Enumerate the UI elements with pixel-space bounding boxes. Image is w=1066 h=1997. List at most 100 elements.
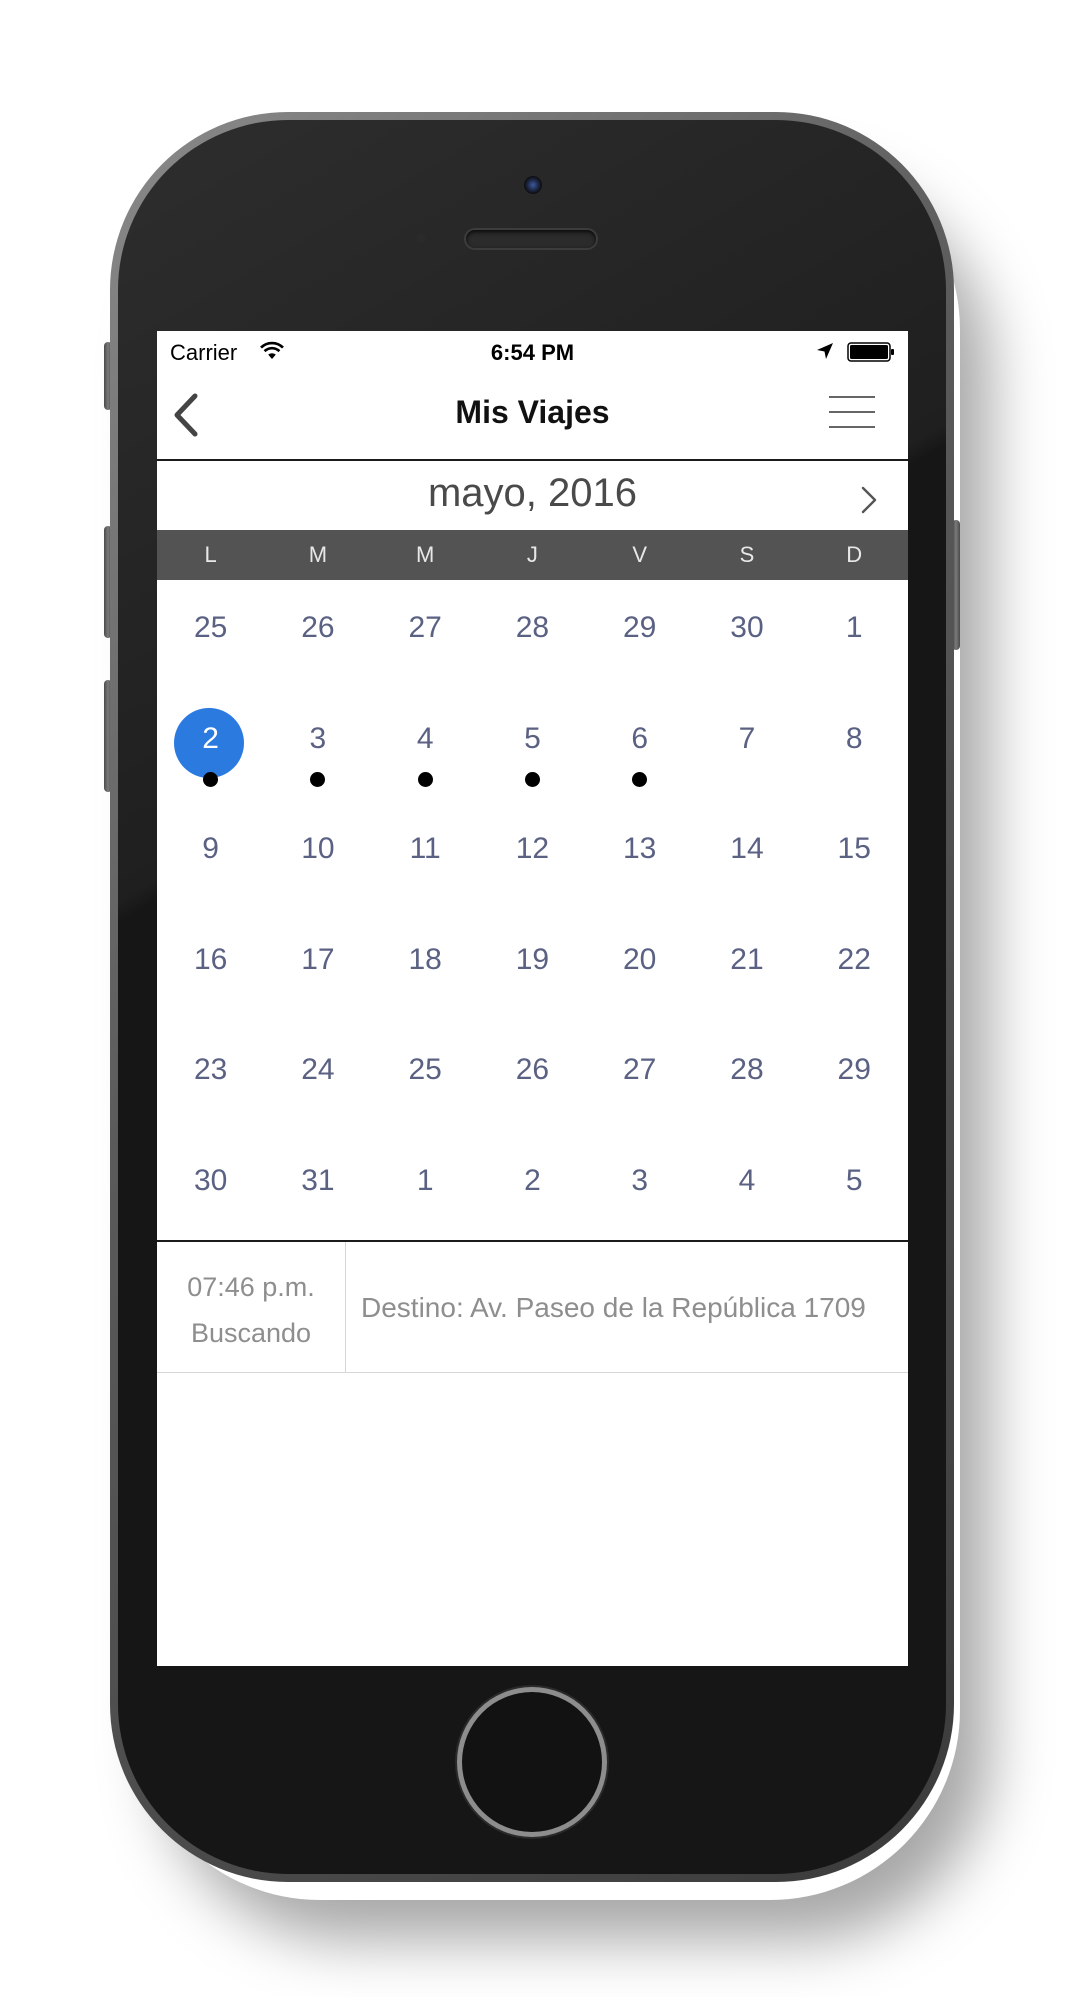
calendar-day-number: 5	[524, 721, 541, 755]
calendar-day[interactable]: 25	[372, 1022, 479, 1133]
calendar-day-number: 10	[301, 832, 335, 865]
calendar-day[interactable]: 29	[801, 1022, 908, 1133]
calendar-day-number: 27	[408, 611, 442, 644]
calendar-day-number: 8	[845, 721, 863, 755]
calendar-day[interactable]: 3	[264, 691, 371, 802]
calendar-day[interactable]: 4	[372, 691, 479, 802]
calendar-day-number: 5	[845, 1163, 863, 1197]
calendar-day[interactable]: 30	[693, 580, 800, 691]
weekday-label: M	[416, 542, 435, 567]
calendar-day[interactable]: 21	[693, 912, 800, 1023]
trip-list-item[interactable]: 07:46 p.m. Buscando Destino: Av. Paseo d…	[157, 1242, 908, 1373]
month-label: mayo, 2016	[427, 471, 638, 515]
calendar-day-number: 18	[408, 942, 442, 976]
calendar-day[interactable]: 7	[693, 691, 800, 802]
calendar-day[interactable]: 15	[801, 801, 908, 912]
trip-status: Buscando	[190, 1318, 312, 1348]
calendar-day[interactable]: 13	[586, 801, 693, 912]
calendar-day[interactable]: 27	[372, 580, 479, 691]
calendar-day-number: 23	[193, 1053, 228, 1086]
calendar-day[interactable]: 1	[801, 580, 908, 691]
weekday-label: D	[846, 542, 863, 567]
calendar-day[interactable]: 14	[693, 801, 800, 912]
calendar-day[interactable]: 16	[157, 912, 264, 1023]
earpiece-speaker	[466, 230, 596, 248]
calendar-day[interactable]: 1	[372, 1133, 479, 1244]
calendar-day[interactable]: 11	[372, 801, 479, 912]
calendar-day-number: 13	[623, 832, 657, 865]
calendar-day-number: 27	[623, 1053, 657, 1086]
calendar-day[interactable]: 27	[586, 1022, 693, 1133]
calendar-day[interactable]: 10	[264, 801, 371, 912]
calendar-day[interactable]: 28	[479, 580, 586, 691]
calendar-day-number: 11	[409, 832, 441, 865]
calendar-day-number: 7	[738, 721, 756, 755]
calendar-day-number: 25	[193, 611, 228, 644]
trip-indicator-dot	[310, 771, 326, 787]
calendar-day[interactable]: 22	[801, 912, 908, 1023]
hamburger-menu-icon[interactable]	[829, 395, 875, 429]
calendar-day[interactable]: 2	[479, 1133, 586, 1244]
calendar-day-number: 28	[730, 1053, 764, 1086]
calendar-day-number: 15	[837, 832, 871, 865]
calendar-day[interactable]: 6	[586, 691, 693, 802]
trip-time: 07:46 p.m.	[187, 1272, 315, 1302]
weekday-label: L	[204, 542, 217, 567]
calendar-week-row: 2 3 4 5 6 7 8	[157, 691, 908, 802]
calendar-day[interactable]: 31	[264, 1133, 371, 1244]
home-button[interactable]	[462, 1692, 602, 1832]
calendar-day-number: 20	[623, 942, 657, 976]
calendar-day-number: 31	[301, 1163, 335, 1197]
battery-icon	[847, 342, 894, 362]
calendar-day[interactable]: 9	[157, 801, 264, 912]
calendar-day-number: 24	[301, 1053, 335, 1086]
calendar-day-number: 21	[730, 942, 764, 976]
location-arrow-icon	[817, 343, 833, 359]
calendar-day-number: 6	[631, 721, 649, 755]
trip-indicator-dot	[632, 771, 648, 787]
calendar-day[interactable]: 4	[693, 1133, 800, 1244]
calendar-day[interactable]: 8	[801, 691, 908, 802]
calendar-day[interactable]: 17	[264, 912, 371, 1023]
front-camera	[524, 176, 542, 194]
proximity-sensor	[416, 233, 426, 243]
app-screen: Carrier 6:54 PM Mis Viajes mayo, 2016 L …	[157, 331, 908, 1666]
calendar-day-number: 4	[416, 721, 434, 755]
calendar-day-number: 12	[515, 832, 550, 865]
calendar-day-number: 9	[202, 832, 219, 865]
calendar-day-number: 22	[837, 942, 871, 976]
calendar-day[interactable]: 18	[372, 912, 479, 1023]
weekday-label: M	[308, 542, 328, 567]
calendar-week-row: 16 17 18 19 20 21 22	[157, 912, 908, 1023]
weekday-label: J	[526, 542, 538, 567]
calendar-day[interactable]: 2	[157, 691, 264, 802]
calendar-day-number: 3	[631, 1163, 649, 1197]
calendar-day[interactable]: 20	[586, 912, 693, 1023]
calendar-day[interactable]: 19	[479, 912, 586, 1023]
calendar-week-row: 9 10 11 12 13 14 15	[157, 801, 908, 912]
calendar-day[interactable]: 26	[479, 1022, 586, 1133]
chevron-right-icon[interactable]	[859, 485, 879, 515]
status-time: 6:54 PM	[490, 340, 575, 365]
calendar-day[interactable]: 12	[479, 801, 586, 912]
calendar-week-row: 30 31 1 2 3 4 5	[157, 1133, 908, 1244]
calendar-day[interactable]: 26	[264, 580, 371, 691]
weekday-label: S	[739, 542, 755, 567]
weekday-label: V	[632, 542, 648, 567]
calendar-day[interactable]: 5	[801, 1133, 908, 1244]
calendar-day[interactable]: 29	[586, 580, 693, 691]
calendar-week-row: 23 24 25 26 27 28 29	[157, 1022, 908, 1133]
calendar-day[interactable]: 23	[157, 1022, 264, 1133]
calendar-day[interactable]: 5	[479, 691, 586, 802]
calendar-day[interactable]: 3	[586, 1133, 693, 1244]
calendar-day-number: 29	[837, 1053, 871, 1086]
calendar-day[interactable]: 30	[157, 1133, 264, 1244]
trip-time-cell: 07:46 p.m. Buscando	[157, 1242, 346, 1372]
navigation-bar: Mis Viajes	[157, 371, 908, 461]
trip-indicator-dot	[524, 771, 540, 787]
calendar-day[interactable]: 25	[157, 580, 264, 691]
page-title: Mis Viajes	[455, 394, 610, 430]
calendar-day[interactable]: 24	[264, 1022, 371, 1133]
calendar-day-number: 3	[309, 721, 327, 755]
calendar-day[interactable]: 28	[693, 1022, 800, 1133]
